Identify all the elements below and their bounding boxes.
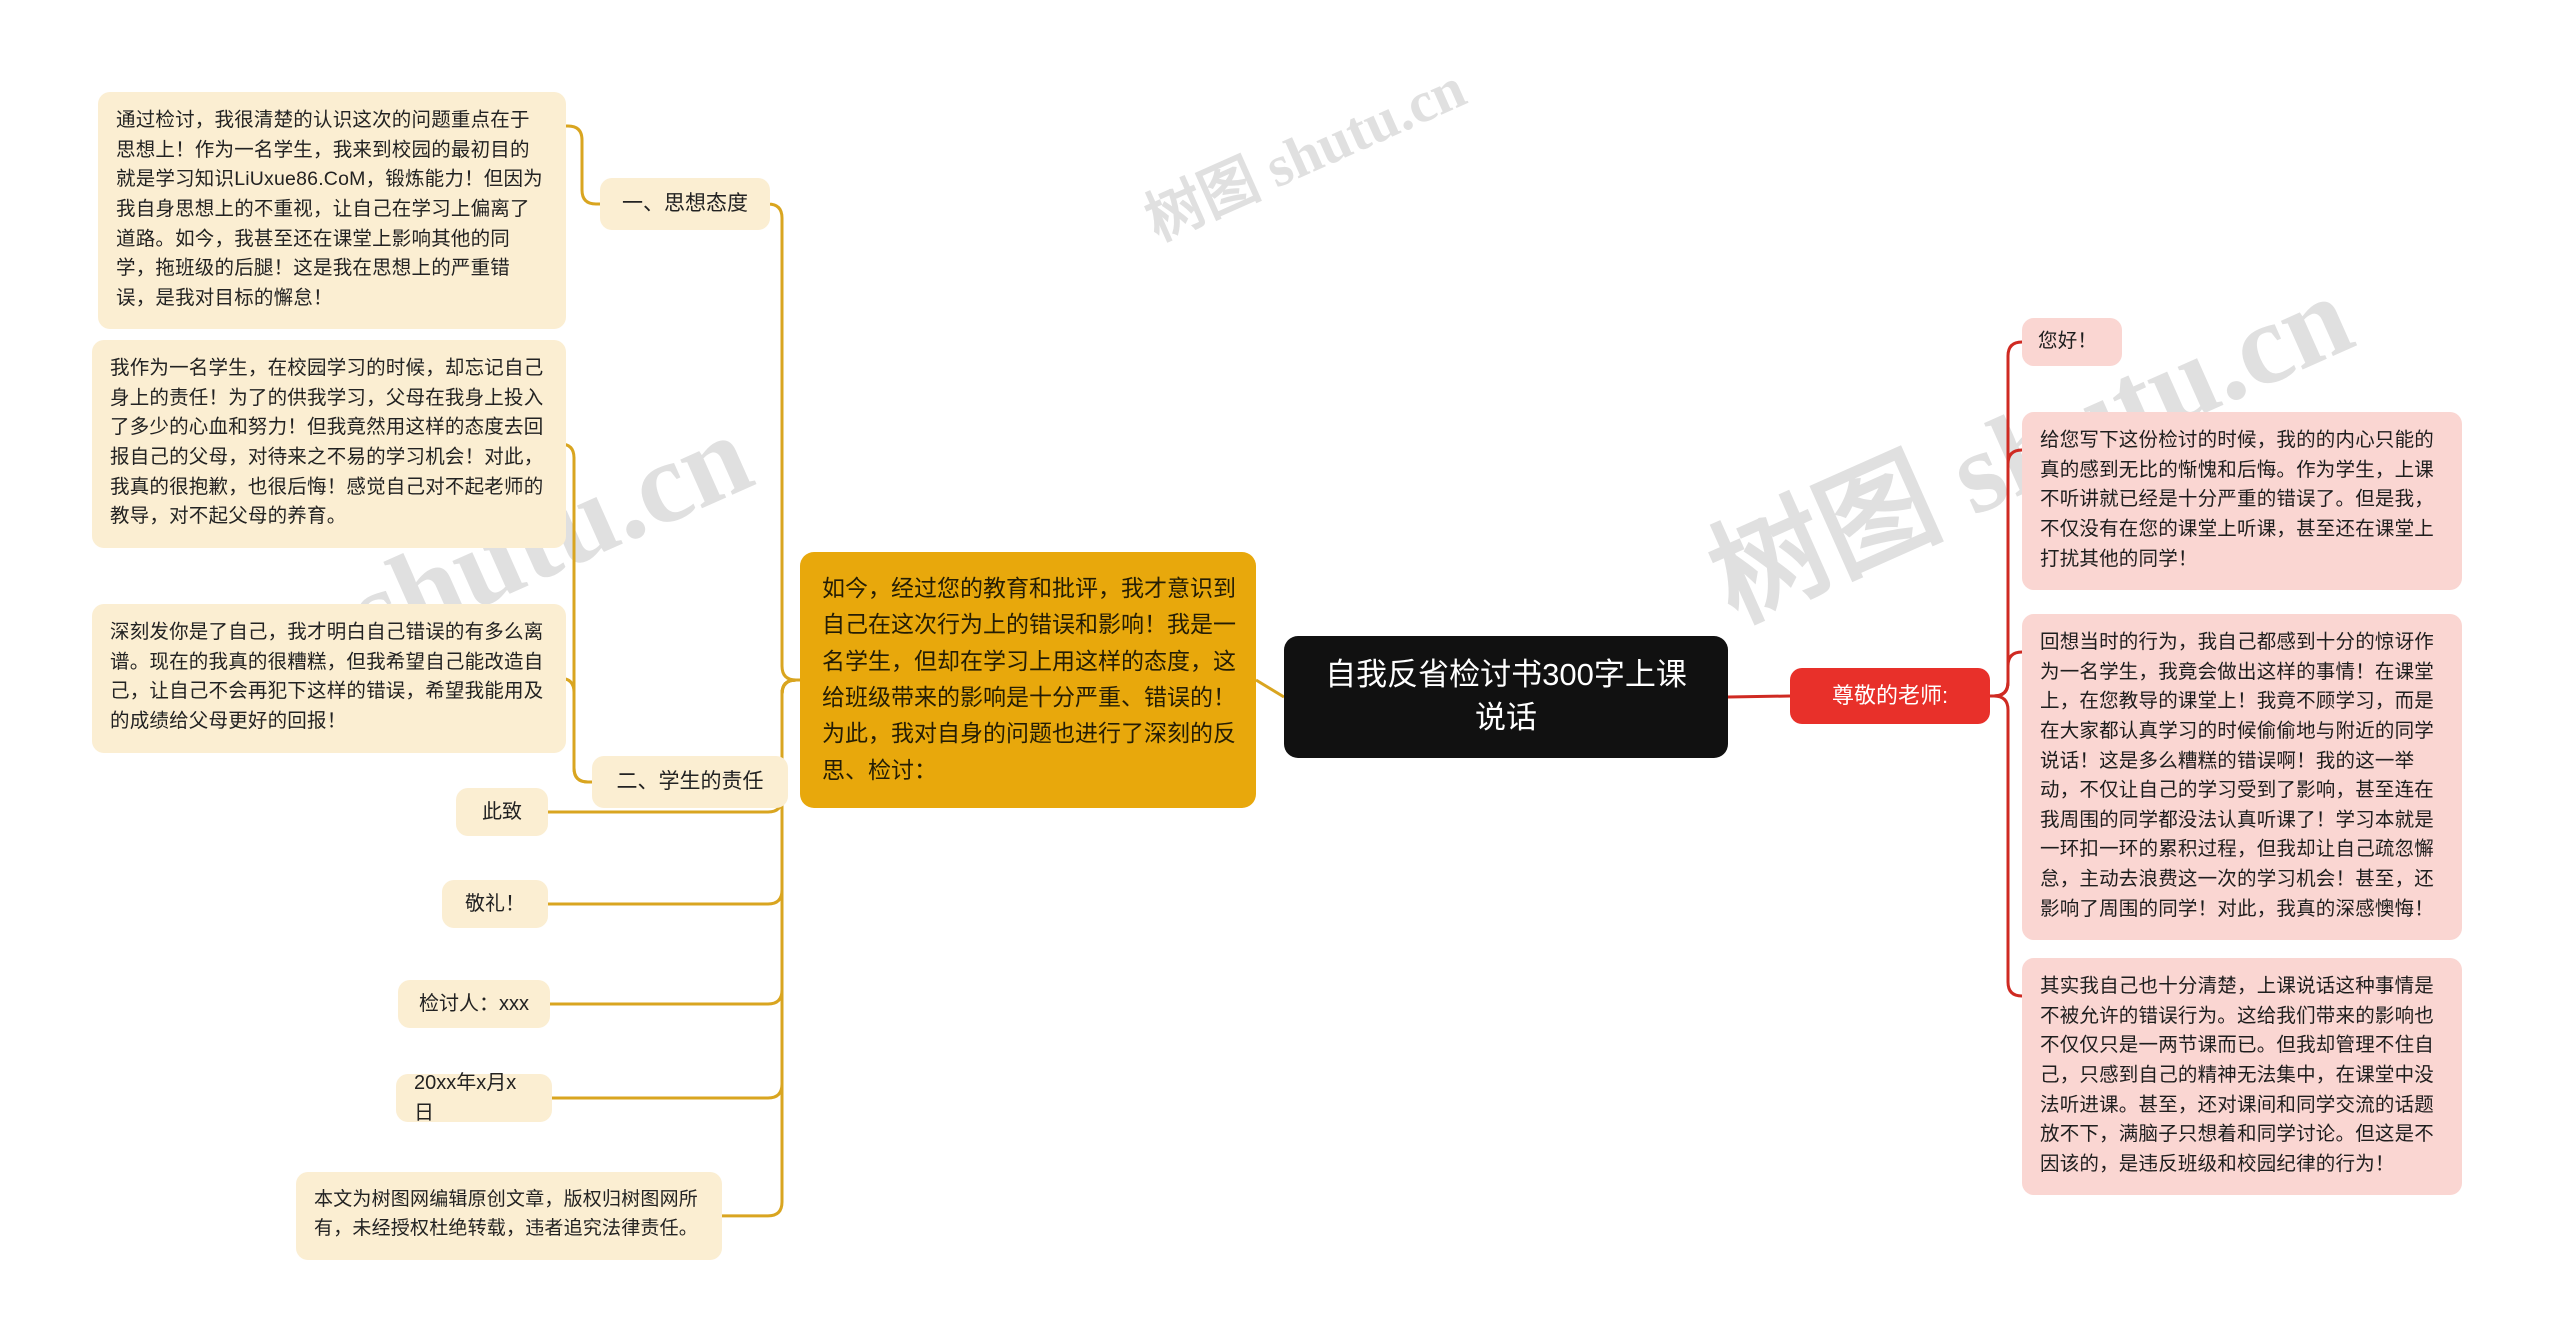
closing-item-signer[interactable]: 检讨人：xxx bbox=[398, 980, 550, 1028]
right-branch-label-teacher[interactable]: 尊敬的老师: bbox=[1790, 668, 1990, 724]
leaf-student-duty-detail-1[interactable]: 我作为一名学生，在校园学习的时候，却忘记自己身上的责任！为了的供我学习，父母在我… bbox=[92, 340, 566, 548]
branch-label-thought-attitude[interactable]: 一、思想态度 bbox=[600, 178, 770, 230]
leaf-student-duty-detail-2[interactable]: 深刻发你是了自己，我才明白自己错误的有多么离谱。现在的我真的很糟糕，但我希望自己… bbox=[92, 604, 566, 753]
closing-item-date[interactable]: 20xx年x月x日 bbox=[396, 1072, 552, 1124]
right-leaf-apology[interactable]: 给您写下这份检讨的时候，我的的内心只能的真的感到无比的惭愧和后悔。作为学生，上课… bbox=[2022, 412, 2462, 591]
leaf-thought-attitude-detail[interactable]: 通过检讨，我很清楚的认识这次的问题重点在于思想上！作为一名学生，我来到校园的最初… bbox=[98, 92, 566, 330]
mindmap-canvas: shutu.cn 树图 shutu.cn 树图 shutu.cn 通过检讨，我很… bbox=[0, 0, 2560, 1333]
root-title-node[interactable]: 自我反省检讨书300字上课说话 bbox=[1284, 636, 1728, 758]
watermark-shutu-center: 树图 shutu.cn bbox=[1136, 54, 1475, 254]
copyright-note[interactable]: 本文为树图网编辑原创文章，版权归树图网所有，未经授权杜绝转载，违者追究法律责任。 bbox=[296, 1172, 722, 1260]
branch-label-student-duty[interactable]: 二、学生的责任 bbox=[592, 756, 788, 808]
left-summary-node[interactable]: 如今，经过您的教育和批评，我才意识到自己在这次行为上的错误和影响！我是一名学生，… bbox=[800, 552, 1256, 808]
right-leaf-greeting[interactable]: 您好！ bbox=[2022, 318, 2122, 366]
closing-item-cizhi[interactable]: 此致 bbox=[456, 788, 548, 836]
right-leaf-reflection[interactable]: 其实我自己也十分清楚，上课说话这种事情是不被允许的错误行为。这给我们带来的影响也… bbox=[2022, 958, 2462, 1196]
closing-item-jingli[interactable]: 敬礼！ bbox=[442, 880, 548, 928]
right-leaf-recollection[interactable]: 回想当时的行为，我自己都感到十分的惊讶作为一名学生，我竟会做出这样的事情！在课堂… bbox=[2022, 614, 2462, 941]
